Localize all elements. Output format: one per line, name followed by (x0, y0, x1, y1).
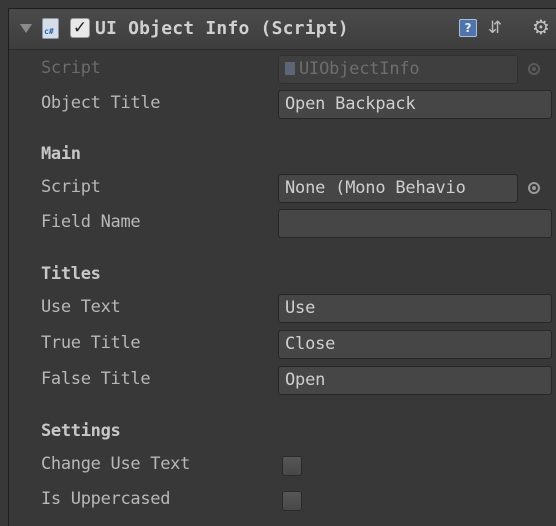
object-title-input[interactable]: Open Backpack (278, 90, 552, 119)
change-use-text-label: Change Use Text (41, 454, 191, 474)
csharp-script-icon: c# (42, 18, 59, 39)
component-enabled-checkbox[interactable]: ✓ (70, 18, 90, 38)
foldout-arrow-icon[interactable] (20, 24, 32, 33)
gear-icon[interactable]: ⚙ (529, 16, 553, 38)
change-use-text-checkbox[interactable] (282, 456, 302, 476)
is-uppercased-label: Is Uppercased (41, 489, 171, 509)
true-title-row: True Title Close (9, 330, 556, 359)
script-field: UIObjectInfo (278, 55, 518, 84)
section-titles-title: Titles (41, 264, 101, 284)
field-name-input[interactable] (278, 209, 552, 238)
preset-icon[interactable]: ⇵ (485, 18, 505, 38)
inspector-component-panel: c# ✓ UI Object Info (Script) ? ⇵ ⚙ Scrip… (8, 8, 556, 526)
false-title-label: False Title (41, 369, 151, 389)
use-text-input[interactable]: Use (278, 294, 552, 323)
component-title: UI Object Info (Script) (95, 18, 349, 39)
false-title-row: False Title Open (9, 366, 556, 395)
true-title-label: True Title (41, 333, 141, 353)
use-text-label: Use Text (41, 297, 121, 317)
section-settings-title: Settings (41, 421, 121, 441)
script-file-icon (285, 62, 295, 75)
script-label: Script (41, 58, 101, 78)
true-title-input[interactable]: Close (278, 330, 552, 359)
object-title-row: Object Title Open Backpack (9, 90, 556, 119)
script-value: UIObjectInfo (299, 59, 420, 79)
is-uppercased-row: Is Uppercased (9, 486, 556, 514)
is-uppercased-checkbox[interactable] (282, 491, 302, 511)
main-script-picker-icon[interactable] (528, 182, 540, 194)
main-script-row: Script None (Mono Behavio (9, 174, 556, 203)
script-row: Script UIObjectInfo (9, 55, 556, 84)
field-name-row: Field Name (9, 209, 556, 238)
help-icon[interactable]: ? (459, 19, 477, 37)
object-title-label: Object Title (41, 93, 161, 113)
change-use-text-row: Change Use Text (9, 451, 556, 479)
main-script-label: Script (41, 177, 101, 197)
component-header[interactable]: c# ✓ UI Object Info (Script) ? ⇵ ⚙ (9, 9, 556, 50)
field-name-label: Field Name (41, 212, 141, 232)
main-script-field[interactable]: None (Mono Behavio (278, 174, 518, 203)
script-picker-icon (528, 63, 540, 75)
use-text-row: Use Text Use (9, 294, 556, 323)
section-main-title: Main (41, 144, 81, 164)
false-title-input[interactable]: Open (278, 366, 552, 395)
